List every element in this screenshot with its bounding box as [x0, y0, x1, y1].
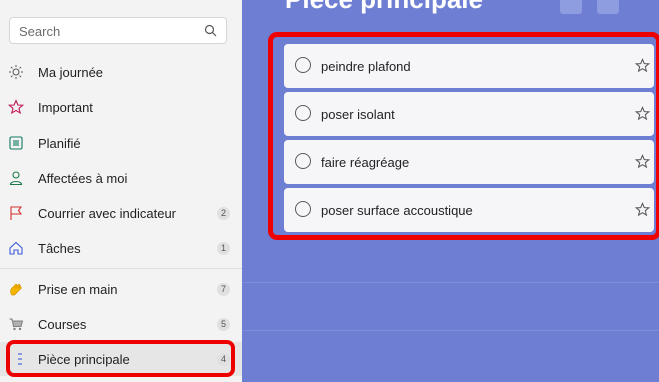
sun-icon — [9, 65, 23, 79]
count-badge: 1 — [217, 241, 230, 255]
sidebar-item-my-day[interactable]: Ma journée — [0, 55, 242, 89]
person-icon — [9, 171, 23, 186]
sidebar-item-label: Courses — [38, 316, 87, 332]
sidebar-item-label: Prise en main — [38, 281, 118, 297]
sidebar-item-tasks[interactable]: Tâches 1 — [0, 231, 242, 265]
cart-icon — [9, 318, 24, 331]
search-icon[interactable] — [204, 24, 217, 37]
sidebar-item-shopping[interactable]: Courses 5 — [0, 307, 242, 341]
count-badge: 5 — [217, 317, 230, 331]
sidebar-item-label: Planifié — [38, 135, 81, 151]
sidebar-divider — [0, 268, 242, 269]
page-title: Pièce principale — [285, 0, 483, 15]
sidebar-item-label: Ma journée — [38, 64, 104, 80]
sidebar-item-planned[interactable]: Planifié — [0, 126, 242, 160]
sidebar-item-flagged-email[interactable]: Courrier avec indicateur 2 — [0, 196, 242, 230]
search-input[interactable]: Search — [19, 24, 60, 39]
sidebar-item-label: Important — [38, 99, 93, 115]
sidebar-item-label: Courrier avec indicateur — [38, 205, 177, 221]
sidebar-item-label: Affectées à moi — [38, 170, 128, 186]
search-box[interactable]: Search — [9, 17, 227, 44]
empty-row-line — [242, 330, 659, 331]
empty-row-line — [242, 282, 659, 283]
waving-hand-icon — [10, 283, 22, 296]
sort-button[interactable] — [597, 0, 619, 14]
list-options-button[interactable] — [560, 0, 582, 14]
count-badge: 7 — [217, 282, 230, 296]
sidebar-item-label: Tâches — [38, 240, 81, 256]
flag-icon — [10, 206, 23, 220]
sidebar-item-important[interactable]: Important — [0, 90, 242, 124]
calendar-grid-icon — [9, 136, 23, 150]
count-badge: 2 — [217, 206, 230, 220]
sidebar-item-getting-started[interactable]: Prise en main 7 — [0, 272, 242, 306]
sidebar: Search Ma journée Important Planifié Aff… — [0, 0, 242, 382]
highlight-box-tasks — [268, 32, 659, 240]
sidebar-item-assigned[interactable]: Affectées à moi — [0, 161, 242, 195]
highlight-box-sidebar — [6, 340, 235, 377]
star-icon — [8, 99, 24, 115]
home-icon — [9, 241, 23, 255]
